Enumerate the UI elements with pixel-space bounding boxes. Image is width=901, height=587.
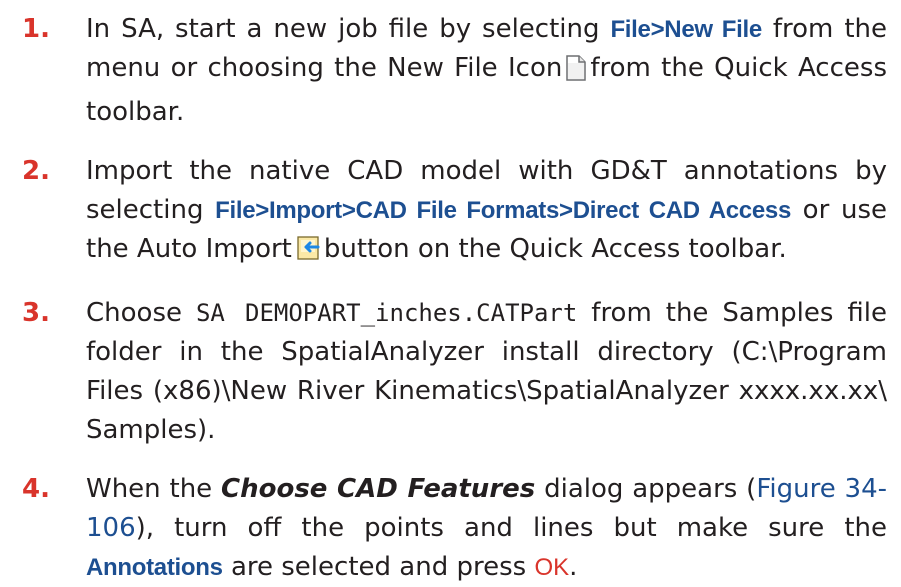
auto-import-icon <box>294 234 322 274</box>
menu-path-new-file: File>New File <box>610 16 762 43</box>
step-text-segment: ), turn off the points and lines but mak… <box>135 513 887 543</box>
step-number: 3. <box>22 298 50 328</box>
step-text-segment: In SA, start a new job file by selecting <box>86 14 611 44</box>
ok-button-label: OK <box>534 554 570 581</box>
dialog-name: Choose CAD Features <box>221 474 536 504</box>
step-text: Choose SA DEMOPART_inches.CATPart from t… <box>86 294 887 450</box>
step-text: In SA, start a new job file by selecting… <box>86 10 887 132</box>
step-text-segment: are selected and press <box>222 552 535 582</box>
annotations-option: Annotations <box>86 554 223 581</box>
new-file-icon <box>564 54 588 93</box>
step-number: 4. <box>22 474 50 504</box>
step-text: When the Choose CAD Features dialog appe… <box>86 470 887 587</box>
step-number: 1. <box>22 14 50 44</box>
step-text-segment: When the <box>86 474 221 504</box>
step-1: 1. In SA, start a new job file by select… <box>22 10 887 132</box>
step-text-segment: . <box>569 552 578 582</box>
step-text: Import the native CAD model with GD&T an… <box>86 152 887 274</box>
step-2: 2. Import the native CAD model with GD&T… <box>22 152 887 274</box>
instruction-list: 1. In SA, start a new job file by select… <box>0 0 901 582</box>
step-4: 4. When the Choose CAD Features dialog a… <box>22 470 887 587</box>
step-text-segment: dialog appears ( <box>535 474 757 504</box>
step-number: 2. <box>22 156 50 186</box>
step-text-segment: Choose <box>86 298 196 328</box>
menu-path-direct-cad-access: File>Import>CAD File Formats>Direct CAD … <box>215 197 791 224</box>
sample-filename: SA DEMOPART_inches.CATPart <box>195 299 578 327</box>
step-text-segment: button on the Quick Access toolbar. <box>323 234 787 264</box>
step-3: 3. Choose SA DEMOPART_inches.CATPart fro… <box>22 294 887 450</box>
